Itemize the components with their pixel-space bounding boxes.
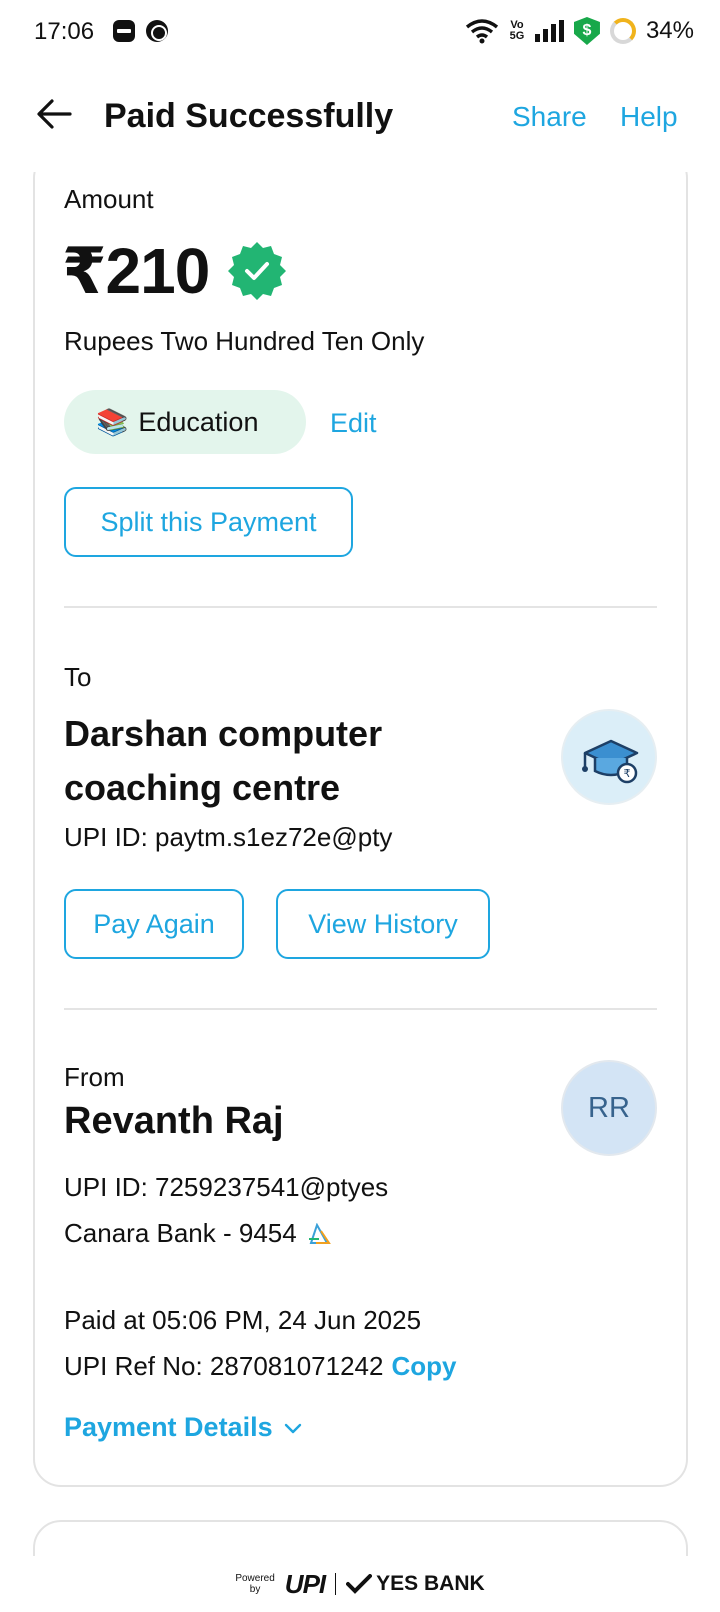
verified-badge-icon <box>228 242 286 300</box>
chevron-down-icon <box>284 1423 301 1433</box>
payee-upi-id: UPI ID: paytm.s1ez72e@pty <box>64 822 393 852</box>
footer-separator <box>335 1573 337 1595</box>
payer-bank: Canara Bank - 9454 <box>64 1218 331 1249</box>
divider <box>64 1008 657 1010</box>
call-notification-icon <box>146 20 168 42</box>
upi-ref-row: UPI Ref No: 287081071242 Copy <box>64 1351 456 1382</box>
copy-ref-button[interactable]: Copy <box>391 1351 456 1381</box>
battery-percent: 34% <box>645 17 694 44</box>
volte-icon: Vo 5G <box>509 19 525 42</box>
wifi-icon <box>465 19 499 44</box>
app-header: Paid Successfully Share Help <box>0 64 720 172</box>
share-button[interactable]: Share <box>512 101 587 133</box>
amount-value: ₹210 <box>62 235 210 307</box>
books-icon: 📚 <box>96 406 129 437</box>
from-label: From <box>64 1062 125 1092</box>
payment-details-toggle[interactable]: Payment Details <box>64 1412 303 1443</box>
view-history-button[interactable]: View History <box>276 889 490 959</box>
category-label: Education <box>138 406 259 437</box>
amount-in-words: Rupees Two Hundred Ten Only <box>64 326 425 356</box>
payment-details-label: Payment Details <box>64 1412 273 1442</box>
payee-name: Darshan computer coaching centre <box>64 713 383 808</box>
divider <box>64 606 657 608</box>
to-label: To <box>64 662 92 692</box>
footer-branding: Powered by UPI YES BANK <box>0 1556 720 1612</box>
status-bar: 17:06 Vo 5G $ 34% <box>0 0 720 64</box>
page-title: Paid Successfully <box>104 97 394 135</box>
payer-upi-id: UPI ID: 7259237541@ptyes <box>64 1172 389 1202</box>
battery-icon <box>609 18 636 44</box>
paytm-notification-icon <box>113 20 135 42</box>
graduation-cap-icon: ₹ <box>582 739 639 784</box>
edit-category-link[interactable]: Edit <box>330 408 377 439</box>
checkmark-icon <box>346 1574 373 1594</box>
status-time: 17:06 <box>34 18 95 45</box>
help-button[interactable]: Help <box>620 101 678 133</box>
category-chip[interactable]: 📚 Education <box>64 390 306 454</box>
pay-again-button[interactable]: Pay Again <box>64 889 244 959</box>
paid-at-timestamp: Paid at 05:06 PM, 24 Jun 2025 <box>64 1305 422 1335</box>
merchant-avatar: ₹ <box>561 709 657 805</box>
payer-avatar: RR <box>561 1060 657 1156</box>
back-arrow-icon[interactable] <box>34 94 74 134</box>
svg-text:₹: ₹ <box>624 767 631 780</box>
yes-bank-logo: YES BANK <box>346 1572 485 1596</box>
upi-logo: UPI <box>284 1568 326 1599</box>
upi-triangle-icon <box>308 1222 331 1244</box>
amount-label: Amount <box>64 184 154 214</box>
powered-by-text: Powered by <box>235 1573 275 1595</box>
bank-account-label: Canara Bank - 9454 <box>64 1218 297 1248</box>
split-payment-button[interactable]: Split this Payment <box>64 487 353 557</box>
shield-dollar-icon: $ <box>573 17 600 45</box>
payer-name: Revanth Raj <box>64 1100 284 1142</box>
upi-ref-number: UPI Ref No: 287081071242 <box>64 1351 384 1381</box>
signal-icon <box>534 20 564 42</box>
